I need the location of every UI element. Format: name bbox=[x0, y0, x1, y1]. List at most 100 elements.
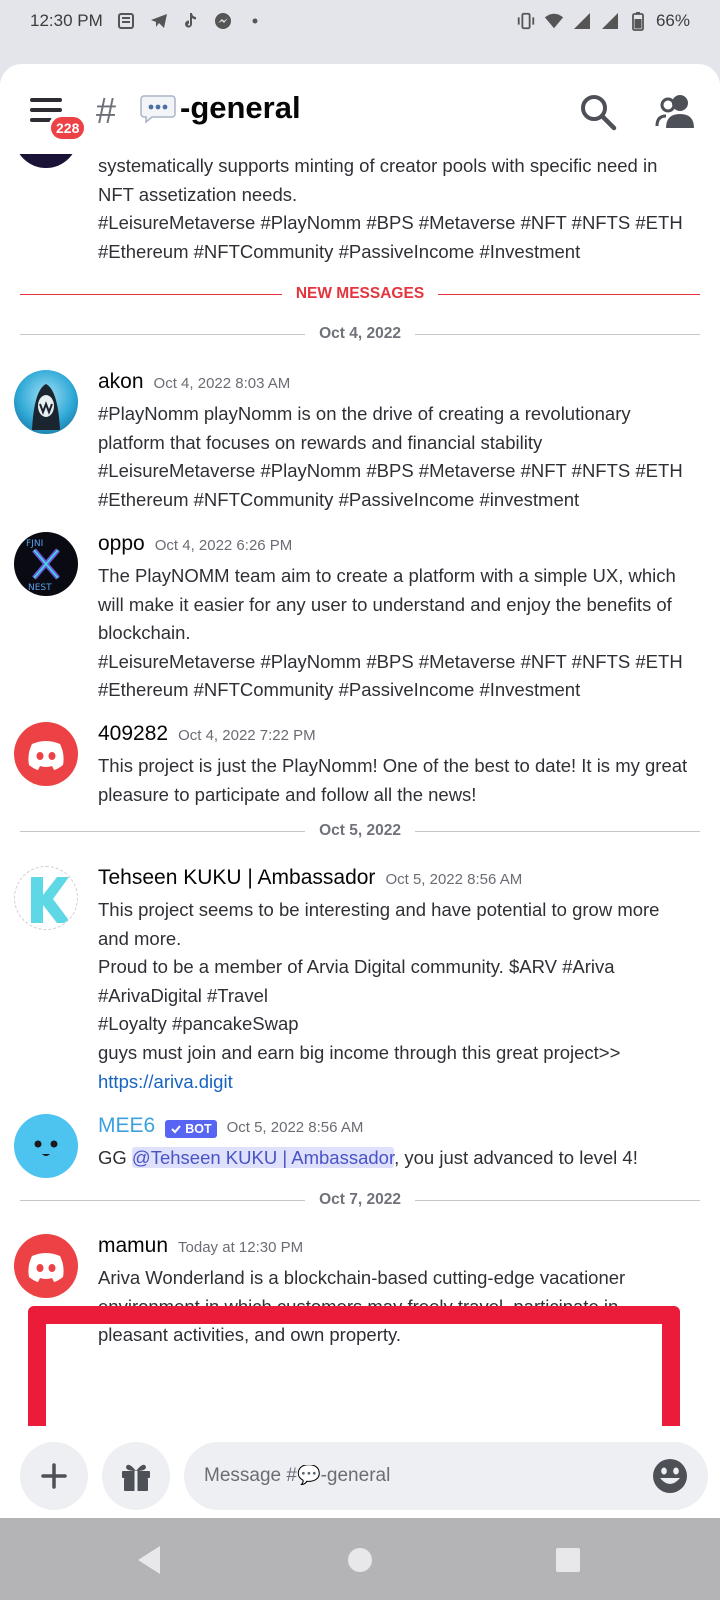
bot-label: BOT bbox=[185, 1122, 212, 1136]
message-line: This project is just the PlayNomm! One o… bbox=[98, 755, 688, 776]
channel-header: 228 # -general bbox=[0, 64, 720, 154]
avatar[interactable] bbox=[14, 154, 78, 168]
timestamp: Oct 4, 2022 8:03 AM bbox=[153, 375, 291, 392]
plus-icon[interactable] bbox=[20, 1442, 88, 1510]
message-line: #PlayNomm playNomm is on the drive of cr… bbox=[98, 403, 631, 424]
new-messages-label: NEW MESSAGES bbox=[295, 285, 425, 302]
discord-avatar-icon[interactable] bbox=[14, 1234, 78, 1298]
vibrate-icon bbox=[516, 11, 536, 31]
message-line: #Ethereum #NFTCommunity #PassiveIncome #… bbox=[98, 488, 580, 510]
user-mention[interactable]: @Tehseen KUKU | Ambassador bbox=[131, 1147, 395, 1168]
new-messages-divider: NEW MESSAGES bbox=[20, 284, 701, 304]
author-name[interactable]: oppo bbox=[98, 532, 145, 556]
message-list[interactable]: systematically supports minting of creat… bbox=[0, 154, 720, 1426]
message-text: , you just advanced to level 4! bbox=[394, 1147, 638, 1168]
timestamp: Oct 4, 2022 6:26 PM bbox=[154, 537, 293, 554]
message-line: NFT assetization needs. bbox=[98, 183, 298, 205]
channel-name: -general bbox=[180, 90, 301, 125]
battery-percent: 66% bbox=[655, 11, 690, 30]
tiktok-icon bbox=[181, 11, 201, 31]
message-line: #LeisureMetaverse #PlayNomm #BPS #Metave… bbox=[98, 212, 683, 234]
message-line: systematically supports minting of creat… bbox=[98, 155, 658, 176]
telegram-icon bbox=[149, 11, 169, 31]
avatar[interactable] bbox=[14, 370, 78, 434]
message-line: #LeisureMetaverse #PlayNomm #BPS #Metave… bbox=[98, 650, 683, 672]
date-divider: Oct 4, 2022 bbox=[20, 324, 701, 344]
message-line: and more. bbox=[98, 927, 182, 949]
date-label: Oct 4, 2022 bbox=[319, 325, 401, 342]
status-bar: 12:30 PM 66% bbox=[0, 0, 720, 42]
signal-icon bbox=[572, 11, 592, 31]
messenger-icon bbox=[213, 11, 233, 31]
status-time: 12:30 PM bbox=[30, 11, 103, 30]
author-name[interactable]: Tehseen KUKU | Ambassador bbox=[98, 866, 375, 890]
author-name[interactable]: mamun bbox=[98, 1234, 168, 1258]
back-icon[interactable] bbox=[132, 1542, 168, 1578]
members-icon[interactable] bbox=[654, 92, 698, 132]
message-line: The PlayNOMM team aim to create a platfo… bbox=[98, 565, 676, 586]
wifi-icon bbox=[544, 11, 564, 31]
dot-icon bbox=[245, 11, 265, 31]
notification-icons bbox=[117, 11, 265, 31]
avatar[interactable]: FJNI NEST bbox=[14, 532, 78, 596]
message-line: pleasure to participate and follow all t… bbox=[98, 783, 477, 805]
message-line: Ariva Wonderland is a blockchain-based c… bbox=[98, 1267, 626, 1288]
system-nav-bar bbox=[0, 1518, 720, 1600]
hash-icon: # bbox=[96, 90, 117, 131]
message-body: MEE6 BOT Oct 5, 2022 8:56 AM GG @Tehseen… bbox=[98, 1114, 696, 1173]
timestamp: Oct 5, 2022 8:56 AM bbox=[226, 1119, 364, 1136]
timestamp: Oct 5, 2022 8:56 AM bbox=[385, 871, 523, 888]
date-label: Oct 5, 2022 bbox=[319, 822, 401, 839]
message-line: #ArivaDigital #Travel bbox=[98, 984, 268, 1006]
message-line: GG @Tehseen KUKU | Ambassador, you just … bbox=[98, 1144, 696, 1173]
message-line: pleasant activities, and own property. bbox=[98, 1324, 402, 1346]
discord-avatar-icon[interactable] bbox=[14, 722, 78, 786]
message-line: blockchain. bbox=[98, 622, 191, 644]
message-line: guys must join and earn big income throu… bbox=[98, 1041, 621, 1063]
search-icon[interactable] bbox=[578, 92, 618, 132]
message-body: 409282 Oct 4, 2022 7:22 PM This project i… bbox=[98, 722, 696, 809]
message-line: #Ethereum #NFTCommunity #PassiveIncome #… bbox=[98, 240, 581, 262]
check-icon bbox=[171, 1125, 181, 1134]
message-line: Proud to be a member of Arvia Digital co… bbox=[98, 956, 615, 978]
avatar[interactable] bbox=[14, 866, 78, 930]
author-name[interactable]: akon bbox=[98, 370, 144, 394]
date-label: Oct 7, 2022 bbox=[319, 1191, 401, 1208]
avatar[interactable] bbox=[14, 1114, 78, 1178]
message-line: will make it easier for any user to unde… bbox=[98, 593, 672, 615]
channel-title: -general bbox=[140, 90, 301, 126]
message-link[interactable]: https://ariva.digit bbox=[98, 1068, 696, 1097]
message-text: GG bbox=[98, 1147, 132, 1168]
author-name[interactable]: MEE6 bbox=[98, 1114, 155, 1138]
svg-text:FJNI: FJNI bbox=[26, 539, 43, 549]
message-line: This project seems to be interesting and… bbox=[98, 899, 660, 920]
gift-icon[interactable] bbox=[102, 1442, 170, 1510]
svg-text:NEST: NEST bbox=[28, 583, 52, 593]
home-icon[interactable] bbox=[342, 1542, 378, 1578]
news-icon bbox=[117, 11, 137, 31]
emoji-icon[interactable] bbox=[650, 1456, 690, 1496]
message-box[interactable] bbox=[184, 1442, 708, 1510]
message-line: environment in which customers may freel… bbox=[98, 1295, 619, 1317]
message-line: platform that focuses on rewards and fin… bbox=[98, 431, 543, 453]
timestamp: Oct 4, 2022 7:22 PM bbox=[178, 727, 316, 744]
chat-panel: 228 # -general systematically supports m… bbox=[0, 64, 720, 1518]
recents-icon[interactable] bbox=[550, 1542, 586, 1578]
message-composer bbox=[0, 1426, 720, 1518]
message-line: #LeisureMetaverse #PlayNomm #BPS #Metave… bbox=[98, 460, 683, 482]
speech-bubble-icon bbox=[140, 94, 176, 124]
unread-badge: 228 bbox=[48, 114, 88, 142]
message-body: mamun Today at 12:30 PM Ariva Wonderland … bbox=[98, 1234, 696, 1350]
author-name[interactable]: 409282 bbox=[98, 722, 168, 746]
signal-icon-2 bbox=[600, 11, 620, 31]
message-input[interactable] bbox=[204, 1465, 624, 1487]
message-content: systematically supports minting of creat… bbox=[98, 154, 696, 266]
message-line: #Ethereum #NFTCommunity #PassiveIncome #… bbox=[98, 679, 581, 701]
message-body: akon Oct 4, 2022 8:03 AM #PlayNomm playNo… bbox=[98, 370, 696, 514]
message-line: #Loyalty #pancakeSwap bbox=[98, 1013, 299, 1035]
timestamp: Today at 12:30 PM bbox=[178, 1239, 304, 1256]
bot-badge: BOT bbox=[165, 1120, 217, 1138]
message-body: Tehseen KUKU | Ambassador Oct 5, 2022 8:5… bbox=[98, 866, 696, 1096]
message-body: oppo Oct 4, 2022 6:26 PM The PlayNOMM tea… bbox=[98, 532, 696, 705]
date-divider: Oct 5, 2022 bbox=[20, 821, 701, 841]
